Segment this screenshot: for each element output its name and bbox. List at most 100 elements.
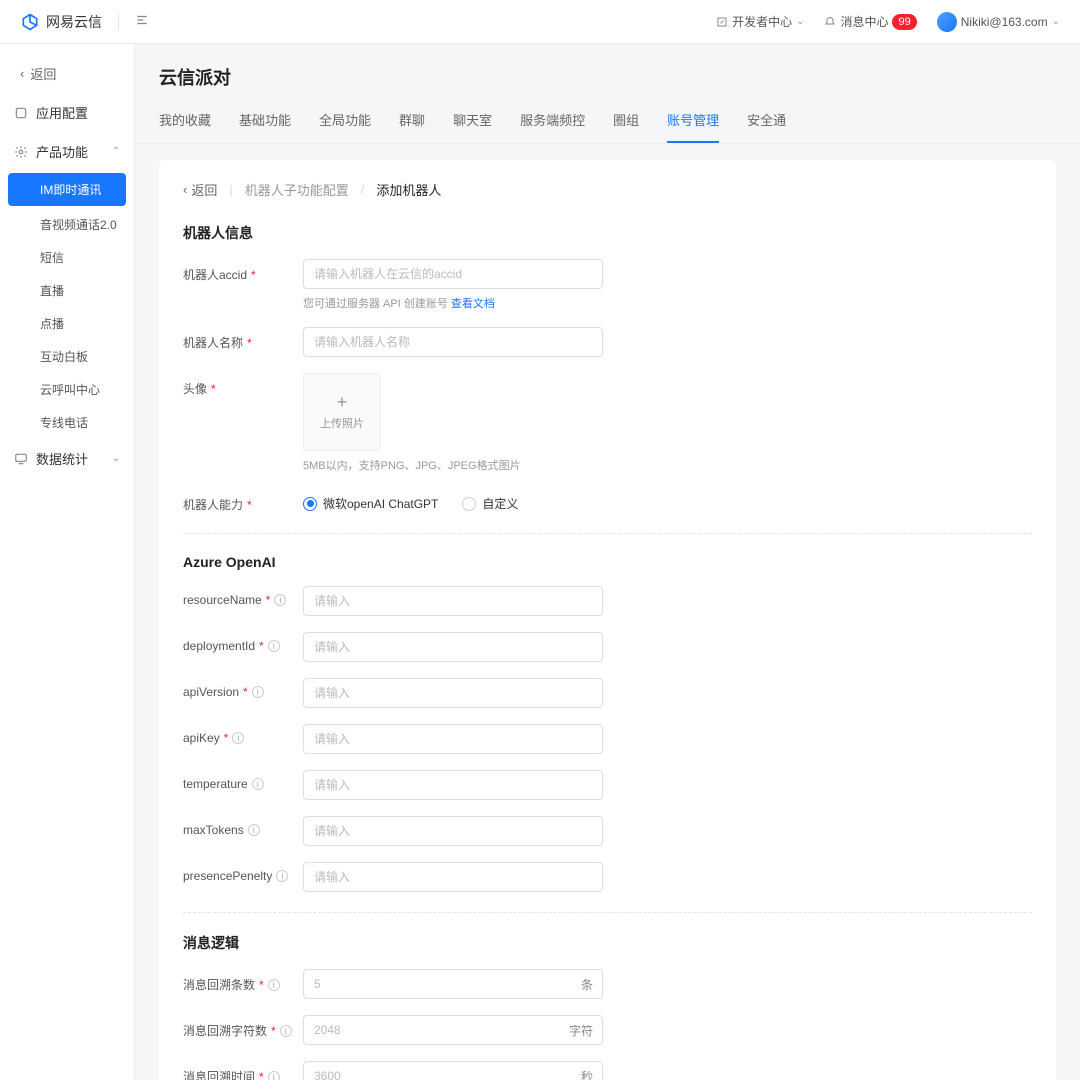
- breadcrumb-back[interactable]: ‹返回: [183, 180, 217, 199]
- tab-serverfreq[interactable]: 服务端频控: [520, 102, 585, 143]
- ability-radio-custom[interactable]: 自定义: [462, 495, 518, 512]
- section-title-info: 机器人信息: [183, 223, 1032, 243]
- name-input[interactable]: [303, 327, 603, 357]
- ability-label: 机器人能力: [183, 496, 243, 513]
- backlog-count-input[interactable]: [303, 969, 603, 999]
- radio-icon: [462, 497, 476, 511]
- sidebar-item-sms[interactable]: 短信: [0, 241, 134, 274]
- chevron-left-icon: ‹: [183, 182, 187, 197]
- backlog-count-label: 消息回溯条数: [183, 976, 255, 993]
- dev-center-link[interactable]: 开发者中心 ⌄: [716, 13, 804, 30]
- accid-input[interactable]: [303, 259, 603, 289]
- backlog-chars-suffix: 字符: [569, 1022, 593, 1039]
- user-menu[interactable]: Nikiki@163.com ⌄: [937, 12, 1060, 32]
- accid-help: 您可通过服务器 API 创建账号 查看文档: [303, 295, 603, 311]
- info-icon[interactable]: i: [232, 732, 244, 744]
- temperature-input[interactable]: [303, 770, 603, 800]
- collapse-sidebar-icon[interactable]: [135, 13, 149, 30]
- sidebar-item-vod[interactable]: 点播: [0, 307, 134, 340]
- sidebar-item-av[interactable]: 音视频通话2.0: [0, 208, 134, 241]
- message-badge: 99: [892, 14, 916, 30]
- chevron-down-icon: ⌄: [1052, 16, 1060, 27]
- chevron-left-icon: ‹: [20, 66, 24, 81]
- apiversion-input[interactable]: [303, 678, 603, 708]
- tab-global[interactable]: 全局功能: [319, 102, 371, 143]
- ability-radio-openai[interactable]: 微软openAI ChatGPT: [303, 495, 438, 512]
- brand-logo[interactable]: 网易云信: [20, 12, 102, 32]
- breadcrumb-mid[interactable]: 机器人子功能配置: [245, 180, 349, 199]
- tab-chatroom[interactable]: 聊天室: [453, 102, 492, 143]
- info-icon[interactable]: i: [252, 686, 264, 698]
- resourcename-label: resourceName: [183, 593, 262, 607]
- tab-account[interactable]: 账号管理: [667, 102, 719, 143]
- info-icon[interactable]: i: [268, 979, 280, 991]
- backlog-time-suffix: 秒: [581, 1068, 593, 1080]
- main-content: 云信派对 我的收藏 基础功能 全局功能 群聊 聊天室 服务端频控 圈组 账号管理…: [135, 44, 1080, 1080]
- deploymentid-label: deploymentId: [183, 639, 255, 653]
- info-icon[interactable]: i: [248, 824, 260, 836]
- temperature-label: temperature: [183, 777, 248, 791]
- page-title: 云信派对: [135, 44, 1080, 102]
- app-icon: [14, 106, 28, 120]
- info-icon[interactable]: i: [268, 640, 280, 652]
- backlog-count-suffix: 条: [581, 976, 593, 993]
- sidebar-item-callcenter[interactable]: 云呼叫中心: [0, 373, 134, 406]
- name-label: 机器人名称: [183, 334, 243, 351]
- avatar-label: 头像: [183, 380, 207, 397]
- header: 网易云信 开发者中心 ⌄ 消息中心 99 Nikiki@163.com ⌄: [0, 0, 1080, 44]
- sidebar-item-live[interactable]: 直播: [0, 274, 134, 307]
- sidebar-item-phone[interactable]: 专线电话: [0, 406, 134, 439]
- avatar-upload[interactable]: + 上传照片: [303, 373, 381, 451]
- breadcrumb-current: 添加机器人: [376, 180, 441, 199]
- form-card: ‹返回 | 机器人子功能配置 / 添加机器人 机器人信息 机器人accid * …: [159, 160, 1056, 1080]
- avatar: [937, 12, 957, 32]
- maxtokens-label: maxTokens: [183, 823, 244, 837]
- backlog-chars-label: 消息回溯字符数: [183, 1022, 267, 1039]
- tab-group[interactable]: 群聊: [399, 102, 425, 143]
- sidebar-group-data-stats[interactable]: 数据统计 ⌄: [0, 439, 134, 478]
- tab-favorites[interactable]: 我的收藏: [159, 102, 211, 143]
- resourcename-input[interactable]: [303, 586, 603, 616]
- bell-icon: [824, 16, 836, 28]
- plus-icon: +: [337, 393, 348, 411]
- chevron-down-icon: ⌄: [796, 16, 804, 27]
- section-divider: [183, 533, 1032, 534]
- apikey-input[interactable]: [303, 724, 603, 754]
- chevron-up-icon: ⌃: [112, 146, 120, 157]
- backlog-time-input[interactable]: [303, 1061, 603, 1080]
- tab-circle[interactable]: 圈组: [613, 102, 639, 143]
- sidebar-group-app-config[interactable]: 应用配置: [0, 93, 134, 132]
- maxtokens-input[interactable]: [303, 816, 603, 846]
- radio-icon: [303, 497, 317, 511]
- sidebar-item-im[interactable]: IM即时通讯: [8, 173, 126, 206]
- backlog-chars-input[interactable]: [303, 1015, 603, 1045]
- info-icon[interactable]: i: [280, 1025, 292, 1037]
- monitor-icon: [14, 452, 28, 466]
- avatar-help: 5MB以内，支持PNG、JPG、JPEG格式图片: [303, 457, 603, 473]
- sidebar-group-product-features[interactable]: 产品功能 ⌃: [0, 132, 134, 171]
- info-icon[interactable]: i: [268, 1071, 280, 1080]
- message-center-link[interactable]: 消息中心 99: [824, 13, 916, 30]
- breadcrumb: ‹返回 | 机器人子功能配置 / 添加机器人: [183, 180, 1032, 199]
- info-icon[interactable]: i: [252, 778, 264, 790]
- brand-logo-icon: [20, 12, 40, 32]
- info-icon[interactable]: i: [274, 594, 286, 606]
- info-icon[interactable]: i: [276, 870, 288, 882]
- presencepenelty-label: presencePenelty: [183, 869, 272, 883]
- presencepenelty-input[interactable]: [303, 862, 603, 892]
- tab-basic[interactable]: 基础功能: [239, 102, 291, 143]
- apikey-label: apiKey: [183, 731, 220, 745]
- section-title-azure: Azure OpenAI: [183, 554, 1032, 570]
- header-divider: [118, 14, 119, 30]
- sidebar: ‹ 返回 应用配置 产品功能 ⌃ IM即时通讯 音视频通话2.0 短信 直播 点…: [0, 44, 135, 1080]
- accid-label: 机器人accid: [183, 266, 247, 283]
- sidebar-item-whiteboard[interactable]: 互动白板: [0, 340, 134, 373]
- chevron-down-icon: ⌄: [112, 453, 120, 464]
- accid-doc-link[interactable]: 查看文档: [451, 298, 495, 310]
- tab-safe[interactable]: 安全通: [747, 102, 786, 143]
- deploymentid-input[interactable]: [303, 632, 603, 662]
- backlog-time-label: 消息回溯时间: [183, 1068, 255, 1080]
- sidebar-back[interactable]: ‹ 返回: [0, 54, 134, 93]
- gear-icon: [14, 145, 28, 159]
- section-divider: [183, 912, 1032, 913]
